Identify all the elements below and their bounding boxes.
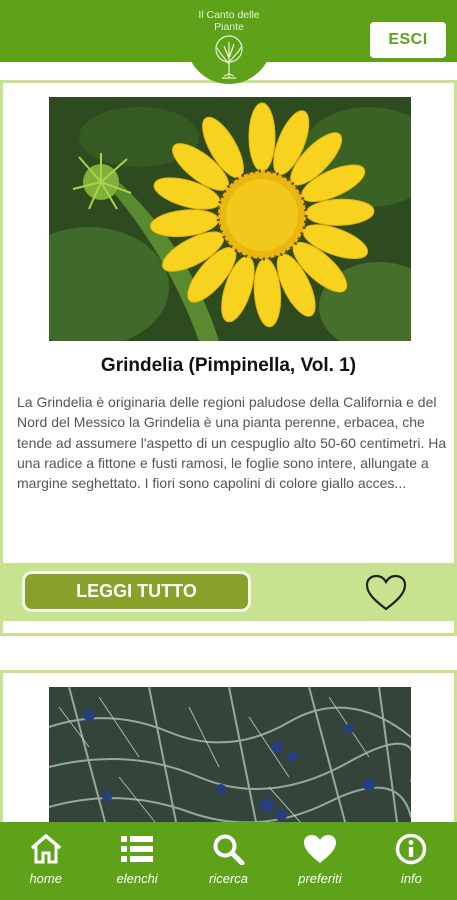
nav-lists[interactable]: elenchi	[91, 822, 182, 900]
heart-icon	[303, 835, 336, 863]
logo-line1: Il Canto delle	[198, 9, 260, 21]
logo-line2: Piante	[214, 21, 244, 33]
card-action-bar: LEGGI TUTTO	[3, 563, 454, 621]
tree-icon	[215, 35, 243, 79]
nav-info[interactable]: info	[366, 822, 457, 900]
nav-info-label: info	[400, 871, 422, 886]
yellow-flower-photo[interactable]	[49, 97, 411, 341]
home-icon	[30, 834, 61, 864]
nav-search[interactable]: ricerca	[183, 822, 274, 900]
app-logo: Il Canto delle Piante	[186, 0, 272, 84]
nav-home[interactable]: home	[0, 822, 91, 900]
plant-description: La Grindelia è originaria delle regioni …	[17, 394, 447, 492]
nav-favorites[interactable]: preferiti	[274, 822, 365, 900]
heart-outline-icon	[365, 574, 407, 611]
list-icon	[121, 836, 154, 862]
plant-title: Grindelia (Pimpinella, Vol. 1)	[100, 355, 357, 376]
bottom-navigation: home elenchi ricerca preferiti info	[0, 822, 457, 900]
juniper-berries-photo[interactable]	[49, 687, 411, 837]
exit-button[interactable]: ESCI	[370, 22, 446, 58]
plant-card: Grindelia (Pimpinella, Vol. 1) La Grinde…	[0, 80, 457, 636]
logo-text: Il Canto delle Piante	[186, 0, 272, 33]
favorite-button[interactable]	[364, 573, 408, 613]
nav-lists-label: elenchi	[116, 871, 158, 886]
search-icon	[213, 834, 245, 865]
nav-home-label: home	[29, 871, 62, 886]
info-icon	[396, 833, 427, 865]
nav-favorites-label: preferiti	[298, 871, 342, 886]
nav-search-label: ricerca	[209, 871, 249, 886]
read-more-button[interactable]: LEGGI TUTTO	[22, 571, 251, 612]
